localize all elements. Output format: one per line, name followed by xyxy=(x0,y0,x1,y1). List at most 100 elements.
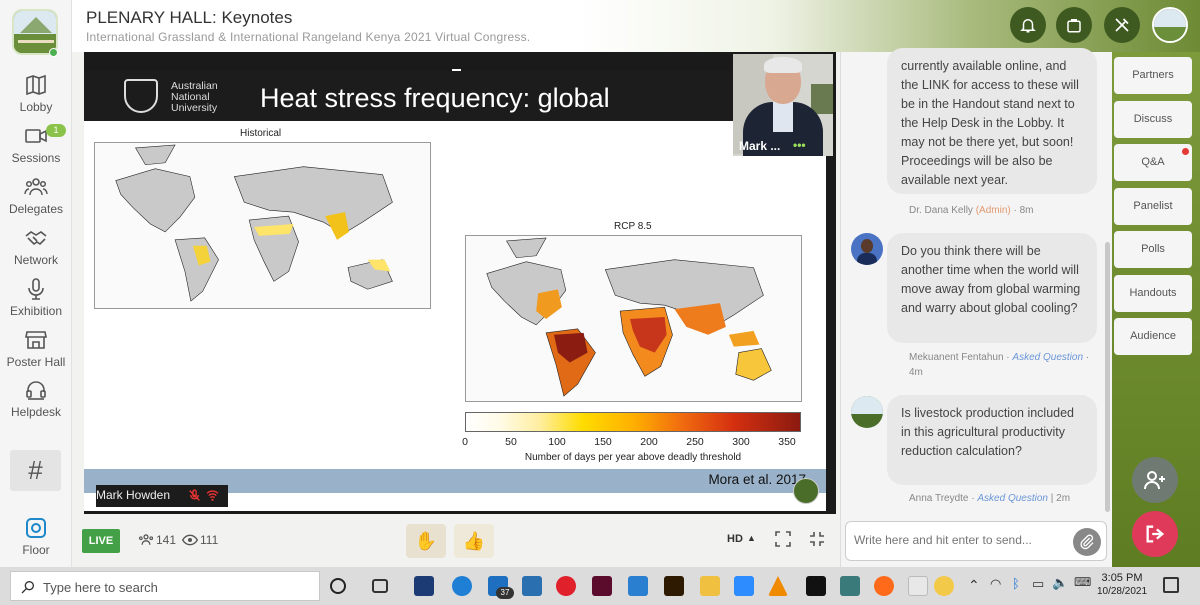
illustrator-icon[interactable] xyxy=(664,576,684,596)
slide-header: Australian National University Heat stre… xyxy=(84,71,826,121)
bluetooth-icon[interactable]: ᛒ xyxy=(1012,576,1020,591)
tab-qa[interactable]: Q&A xyxy=(1114,144,1192,181)
ime-icon[interactable]: ⌨ xyxy=(1074,575,1091,589)
tab-discuss[interactable]: Discuss xyxy=(1114,101,1192,138)
tab-handouts[interactable]: Handouts xyxy=(1114,275,1192,312)
exit-session-button[interactable] xyxy=(1132,511,1178,557)
quality-select[interactable]: HD xyxy=(727,533,743,545)
brand-watermark xyxy=(793,478,819,504)
bell-icon xyxy=(1020,19,1036,33)
video-player[interactable]: Australian National University Heat stre… xyxy=(84,52,836,514)
fullscreen-icon[interactable] xyxy=(775,531,791,547)
chat-time: · 8m xyxy=(1013,205,1034,216)
nav-lobby[interactable]: Lobby xyxy=(0,73,72,114)
battery-icon[interactable]: ▭ xyxy=(1032,576,1044,592)
weather-icon[interactable] xyxy=(934,576,954,596)
nav-poster-hall[interactable]: Poster Hall xyxy=(0,328,72,369)
eye-icon xyxy=(182,534,198,546)
taskbar-date[interactable]: 10/28/2021 xyxy=(1092,586,1152,597)
people-icon xyxy=(24,178,48,196)
vlc-icon[interactable] xyxy=(768,576,788,596)
nav-label: Exhibition xyxy=(9,304,63,318)
tab-panelist[interactable]: Panelist xyxy=(1114,188,1192,225)
exit-fullscreen-icon[interactable] xyxy=(809,531,825,547)
anu-logo: Australian National University xyxy=(124,79,224,115)
nav-label: Delegates xyxy=(8,202,64,216)
chat-scrollbar[interactable] xyxy=(1105,242,1110,512)
historical-map xyxy=(94,142,431,309)
tools-icon xyxy=(1115,18,1129,32)
chat-panel: currently available online, and the LINK… xyxy=(840,48,1112,567)
edge-icon[interactable] xyxy=(452,576,472,596)
firefox-icon[interactable] xyxy=(874,576,894,596)
attendees-icon xyxy=(138,534,154,545)
volume-icon[interactable]: 🔈 xyxy=(1052,575,1068,591)
handshake-icon xyxy=(25,231,47,246)
add-person-button[interactable] xyxy=(1132,457,1178,503)
nav-floor[interactable]: Floor xyxy=(0,516,72,557)
nav-delegates[interactable]: Delegates xyxy=(0,175,72,216)
app-icon[interactable] xyxy=(522,576,542,596)
slide-title: Heat stress frequency: global xyxy=(260,83,610,113)
headset-icon xyxy=(26,381,46,400)
store-icon[interactable] xyxy=(628,576,648,596)
nav-label: Poster Hall xyxy=(6,355,66,369)
nav-network[interactable]: Network xyxy=(0,226,72,267)
opera-icon[interactable] xyxy=(556,576,576,596)
user-avatar[interactable] xyxy=(1152,7,1188,43)
taskbar-time[interactable]: 3:05 PM xyxy=(1092,571,1152,586)
chat-author: Anna Treydte xyxy=(909,493,969,504)
tab-partners[interactable]: Partners xyxy=(1114,57,1192,94)
briefcase-button[interactable] xyxy=(1056,7,1092,43)
chevron-up-icon[interactable]: ⌃ xyxy=(968,577,980,594)
live-badge: LIVE xyxy=(82,529,120,553)
avatar xyxy=(851,396,883,428)
colorbar-tick: 350 xyxy=(778,436,796,448)
chat-message: Is livestock production included in this… xyxy=(887,395,1097,485)
notification-center-icon[interactable] xyxy=(1163,577,1179,593)
speaker-thumbnail[interactable]: Mark ... ••• xyxy=(733,54,833,156)
anu-logo-text: Australian National University xyxy=(171,80,218,114)
raise-hand-button[interactable]: ✋ xyxy=(406,524,446,558)
paperclip-icon xyxy=(1080,534,1094,550)
tab-audience[interactable]: Audience xyxy=(1114,318,1192,355)
floor-icon xyxy=(26,518,46,538)
app-icon[interactable] xyxy=(840,576,860,596)
chat-input[interactable] xyxy=(854,533,1064,547)
left-sidebar: Lobby Sessions 1 Delegates Network Exhib… xyxy=(0,0,72,567)
notifications-button[interactable] xyxy=(1010,7,1046,43)
netflix-icon[interactable] xyxy=(806,576,826,596)
indesign-icon[interactable] xyxy=(592,576,612,596)
store-icon xyxy=(25,331,47,349)
nav-helpdesk[interactable]: Helpdesk xyxy=(0,378,72,419)
app-icon[interactable] xyxy=(908,576,928,596)
attendee-count: 141 xyxy=(156,533,177,547)
more-options-icon[interactable]: ••• xyxy=(793,138,806,152)
folder-icon[interactable] xyxy=(700,576,720,596)
sessions-badge: 1 xyxy=(46,124,66,137)
tools-button[interactable] xyxy=(1104,7,1140,43)
nav-exhibition[interactable]: Exhibition xyxy=(0,277,72,318)
cortana-icon[interactable] xyxy=(330,578,346,594)
pip-speaker-name: Mark ... xyxy=(739,139,781,153)
task-view-icon[interactable] xyxy=(372,579,388,593)
nav-label: Floor xyxy=(22,543,50,557)
stage-area: Australian National University Heat stre… xyxy=(72,52,840,567)
taskbar-search[interactable]: Type here to search xyxy=(10,571,320,601)
tab-polls[interactable]: Polls xyxy=(1114,231,1192,268)
signal-icon xyxy=(206,490,219,501)
page-subtitle: International Grassland & International … xyxy=(86,30,531,44)
thumbs-up-button[interactable]: 👍 xyxy=(454,524,494,558)
exit-icon xyxy=(1146,525,1165,543)
zoom-icon[interactable] xyxy=(734,576,754,596)
attach-button[interactable] xyxy=(1073,528,1101,556)
mail-badge: 37 xyxy=(496,587,514,599)
colorbar-tick: 100 xyxy=(548,436,566,448)
citation: Mora et al. 2017 xyxy=(708,472,806,487)
colorbar-tick: 250 xyxy=(686,436,704,448)
hashtag-button[interactable]: # xyxy=(10,450,61,491)
photoshop-icon[interactable] xyxy=(414,576,434,596)
chat-message: currently available online, and the LINK… xyxy=(887,48,1097,194)
wifi-icon[interactable]: ◠ xyxy=(990,576,1001,592)
speaker-label: Mark Howden xyxy=(96,485,228,507)
